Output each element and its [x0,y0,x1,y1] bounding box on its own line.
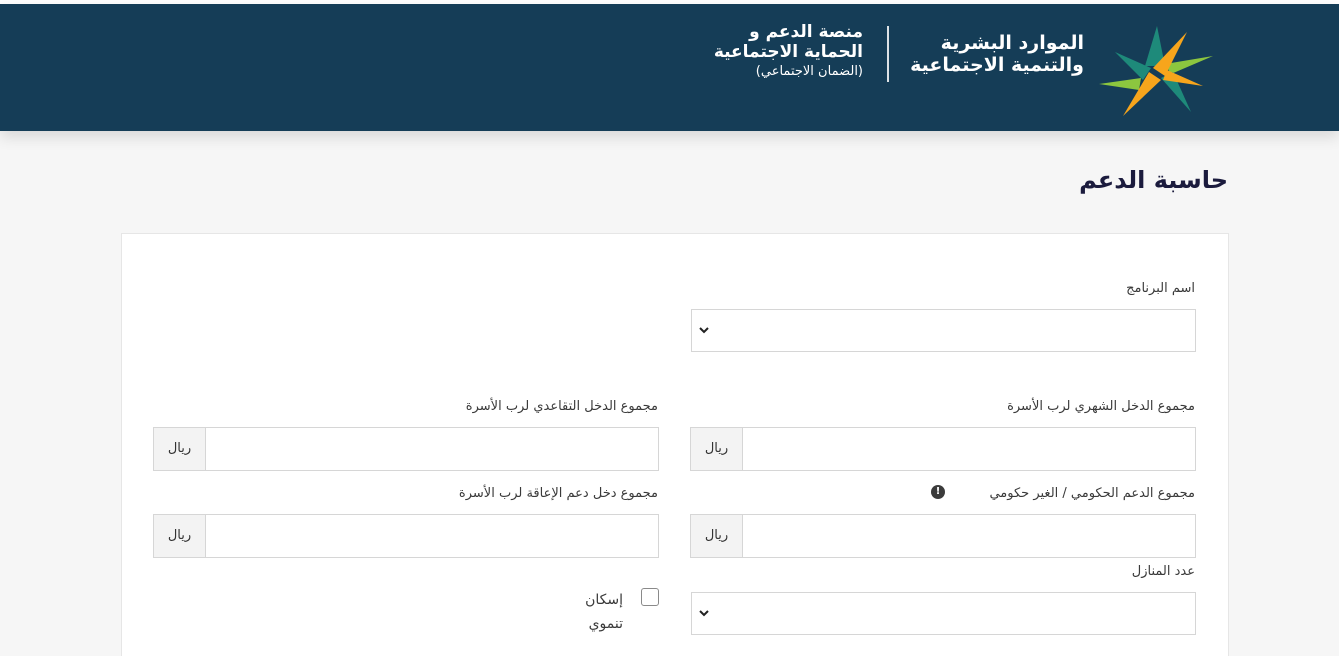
monthly-income-input[interactable] [743,428,1195,470]
disability-income-input[interactable] [206,515,658,557]
chevron-down-icon [699,610,709,617]
platform-name: منصة الدعم و الحماية الاجتماعية (الضمان … [643,22,863,82]
gov-support-group: ريال [690,514,1196,558]
info-icon[interactable]: ! [931,485,945,499]
houses-count-label: عدد المنازل [1131,564,1195,579]
program-label: اسم البرنامج [1126,281,1195,296]
disability-income-group: ريال [153,514,659,558]
header-divider [887,26,889,82]
program-select[interactable] [691,309,1196,352]
retirement-income-label: مجموع الدخل التقاعدي لرب الأسرة [465,399,658,414]
currency-addon: ريال [154,515,206,557]
developmental-housing-label-line1: إسكان [585,592,623,608]
developmental-housing-label-line2: تنموي [588,616,623,632]
monthly-income-group: ريال [690,427,1196,471]
page-title: حاسبة الدعم [1079,166,1228,194]
developmental-housing-label[interactable]: إسكان تنموي [563,588,623,636]
platform-name-line1: منصة الدعم و [749,22,863,42]
gov-support-input[interactable] [743,515,1195,557]
houses-count-select[interactable] [691,592,1196,635]
retirement-income-input[interactable] [206,428,658,470]
retirement-income-group: ريال [153,427,659,471]
platform-name-line3: (الضمان الاجتماعي) [755,64,863,79]
site-header: الموارد البشرية والتنمية الاجتماعية منصة… [0,4,1339,131]
disability-income-label: مجموع دخل دعم الإعاقة لرب الأسرة [458,486,658,501]
ministry-name-line2: والتنمية الاجتماعية [910,54,1084,76]
currency-addon: ريال [154,428,206,470]
chevron-down-icon [699,327,709,334]
gov-support-label: مجموع الدعم الحكومي / الغير حكومي [989,486,1195,501]
currency-addon: ريال [691,428,743,470]
currency-addon: ريال [691,515,743,557]
platform-name-line2: الحماية الاجتماعية [713,42,863,62]
developmental-housing-checkbox[interactable] [641,588,659,606]
ministry-name: الموارد البشرية والتنمية الاجتماعية [884,32,1084,76]
ministry-name-line1: الموارد البشرية [940,32,1084,54]
ministry-logo-icon [1099,26,1213,116]
monthly-income-label: مجموع الدخل الشهري لرب الأسرة [1007,399,1195,414]
